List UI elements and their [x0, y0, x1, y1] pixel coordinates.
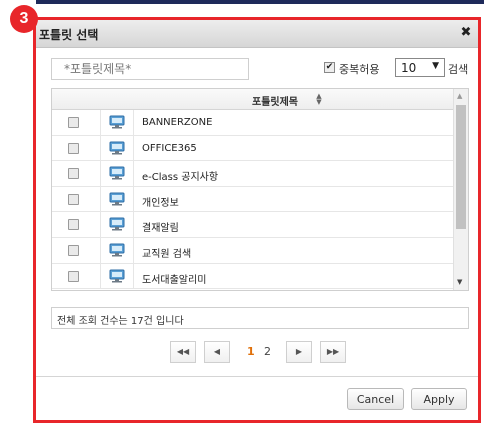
step-badge: 3: [10, 5, 38, 33]
row-checkbox[interactable]: [68, 270, 79, 282]
last-page-button[interactable]: ▶▶: [320, 341, 346, 363]
portlet-type-cell: [100, 212, 134, 237]
portlet-title[interactable]: e-Class 공지사항: [142, 168, 218, 183]
grid-header: 포틀릿제목 ▲ ▼: [52, 89, 454, 110]
portlet-title[interactable]: BANNERZONE: [142, 117, 212, 128]
row-checkbox[interactable]: [68, 193, 79, 205]
page-size-value: 10: [401, 61, 417, 75]
portlet-title[interactable]: 교직원 검색: [142, 245, 191, 260]
next-page-button[interactable]: ▶: [286, 341, 312, 363]
monitor-icon: [109, 192, 125, 206]
row-checkbox[interactable]: [68, 117, 79, 128]
chevron-down-icon: ▼: [432, 61, 439, 71]
portlet-type-cell: [100, 237, 134, 263]
row-checkbox[interactable]: [68, 142, 79, 154]
monitor-icon: [109, 243, 125, 257]
portlet-type-cell: [100, 110, 134, 135]
grid-rows: BANNERZONE OFFICE365 e-Class 공지사항 개인정보 결…: [52, 110, 454, 290]
total-count-text: 전체 조회 건수는 17건 입니다: [57, 316, 184, 327]
portlet-grid: 포틀릿제목 ▲ ▼ BANNERZONE OFFICE365 e-Class 공…: [51, 88, 469, 291]
duplicate-allow-label: 중복허용: [339, 63, 380, 76]
portlet-type-cell: [100, 135, 134, 161]
footer-divider: [36, 376, 478, 377]
dialog-titlebar[interactable]: 포틀릿 선택 ✖: [36, 20, 478, 48]
apply-button[interactable]: Apply: [411, 388, 467, 410]
scroll-down-icon[interactable]: ▼: [457, 278, 462, 286]
table-row[interactable]: BANNERZONE: [52, 110, 454, 136]
portlet-type-cell: [100, 186, 134, 212]
top-accent-bar: [36, 0, 484, 4]
portlet-type-cell: [100, 263, 134, 289]
cancel-button[interactable]: Cancel: [347, 388, 404, 410]
scroll-up-icon[interactable]: ▲: [457, 92, 462, 100]
sort-icon[interactable]: ▲ ▼: [314, 93, 324, 106]
table-row[interactable]: e-Class 공지사항: [52, 161, 454, 187]
page-link-1[interactable]: 1: [247, 345, 255, 358]
row-checkbox[interactable]: [68, 244, 79, 256]
portlet-title[interactable]: OFFICE365: [142, 143, 197, 154]
table-row[interactable]: 도서대출알리미: [52, 263, 454, 290]
monitor-icon: [109, 166, 125, 180]
page-size-select[interactable]: 10 ▼: [395, 58, 445, 77]
portlet-type-cell: [100, 161, 134, 186]
grid-scrollbar[interactable]: ▲ ▼: [453, 89, 468, 290]
monitor-icon: [109, 141, 125, 155]
table-row[interactable]: 결재알림: [52, 212, 454, 238]
table-row[interactable]: OFFICE365: [52, 135, 454, 162]
portlet-title[interactable]: 도서대출알리미: [142, 271, 206, 286]
portlet-select-dialog: 포틀릿 선택 ✖ ✔ 중복허용 10 ▼ 검색 포틀릿제목 ▲▼ BANNERZ…: [33, 17, 481, 423]
pagination: ◀◀ ◀ 1 2 ▶ ▶▶: [36, 341, 478, 365]
duplicate-allow-checkbox[interactable]: ✔: [324, 62, 335, 73]
portlet-title-search-input[interactable]: [51, 58, 249, 80]
close-icon[interactable]: ✖: [458, 25, 474, 41]
portlet-title[interactable]: 결재알림: [142, 219, 179, 234]
search-button[interactable]: 검색: [448, 61, 468, 77]
portlet-title[interactable]: 개인정보: [142, 194, 179, 209]
monitor-icon: [109, 115, 125, 129]
column-header-portlet-title[interactable]: 포틀릿제목: [252, 93, 298, 108]
first-page-button[interactable]: ◀◀: [170, 341, 196, 363]
table-row[interactable]: 교직원 검색: [52, 237, 454, 264]
monitor-icon: [109, 269, 125, 283]
table-row[interactable]: 개인정보: [52, 186, 454, 213]
total-count-bar: 전체 조회 건수는 17건 입니다: [51, 307, 469, 329]
page-link-2[interactable]: 2: [264, 345, 271, 358]
row-checkbox[interactable]: [68, 219, 79, 231]
prev-page-button[interactable]: ◀: [204, 341, 230, 363]
row-checkbox[interactable]: [68, 168, 79, 180]
monitor-icon: [109, 217, 125, 231]
scroll-thumb[interactable]: [456, 105, 466, 229]
dialog-title: 포틀릿 선택: [39, 28, 99, 42]
